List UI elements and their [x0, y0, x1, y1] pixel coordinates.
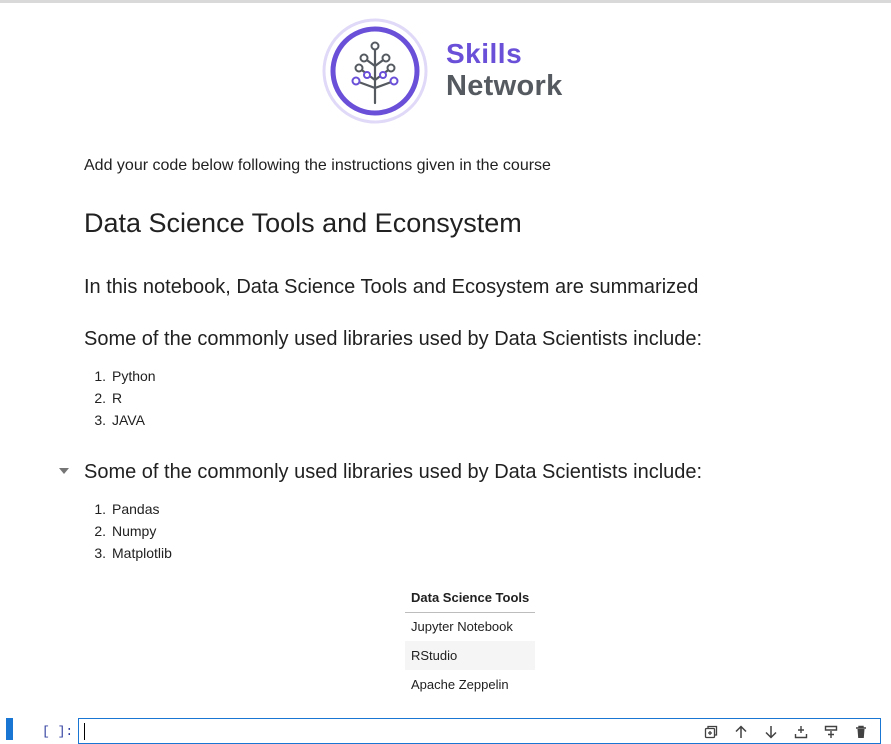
list-item-label: R: [112, 390, 123, 406]
input-prompt: [ ]:: [42, 724, 74, 739]
notebook-subtitle: In this notebook, Data Science Tools and…: [84, 276, 699, 298]
insert-above-button[interactable]: [820, 722, 842, 742]
section-heading-libraries: Some of the commonly used libraries used…: [84, 461, 703, 483]
skills-network-logo-mark: [322, 18, 428, 124]
notebook-title: Data Science Tools and Econsystem: [84, 208, 522, 238]
table-row: Jupyter Notebook: [405, 612, 535, 641]
table-header: Data Science Tools: [405, 586, 536, 613]
list-item-number: 2.: [94, 523, 106, 539]
table-header-row: Data Science Tools: [405, 586, 536, 613]
list-item-number: 2.: [94, 390, 106, 406]
list-item: 1. Python: [84, 365, 156, 387]
text-caret: [84, 723, 85, 740]
list-item-label: Pandas: [112, 501, 160, 517]
list-item-number: 3.: [94, 412, 106, 428]
insert-below-icon: [794, 726, 808, 739]
duplicate-cell-button[interactable]: [700, 722, 722, 742]
data-science-tools-table: Data Science Tools Jupyter Notebook RStu…: [405, 586, 536, 699]
section-heading-languages: Some of the commonly used libraries used…: [84, 328, 703, 350]
cell-toolbar: [700, 722, 872, 742]
list-item-label: Numpy: [112, 523, 157, 539]
logo-text-network: Network: [446, 70, 563, 102]
list-item-number: 1.: [94, 368, 106, 384]
duplicate-icon: [704, 725, 718, 739]
list-item-number: 3.: [94, 545, 106, 561]
languages-list: 1. Python 2. R 3. JAVA: [84, 365, 156, 431]
skills-network-logo: Skills Network: [322, 18, 582, 126]
list-item-label: JAVA: [112, 412, 145, 428]
table-cell: Jupyter Notebook: [411, 619, 513, 635]
delete-icon: [856, 725, 866, 738]
delete-cell-button[interactable]: [850, 722, 872, 742]
top-border: [0, 0, 891, 3]
list-item-number: 1.: [94, 501, 106, 517]
list-item: 3. Matplotlib: [84, 542, 172, 564]
move-down-icon: [765, 726, 777, 739]
table-row: RStudio: [405, 641, 536, 670]
active-cell-marker[interactable]: [6, 718, 13, 740]
list-item: 2. R: [84, 387, 156, 409]
collapse-section-icon[interactable]: [58, 466, 70, 476]
insert-above-icon: [824, 725, 838, 738]
insert-below-button[interactable]: [790, 722, 812, 742]
list-item: 3. JAVA: [84, 409, 156, 431]
libraries-list: 1. Pandas 2. Numpy 3. Matplotlib: [84, 498, 172, 564]
list-item-label: Python: [112, 368, 156, 384]
list-item: 2. Numpy: [84, 520, 172, 542]
logo-text-skills: Skills: [446, 38, 523, 69]
move-down-button[interactable]: [760, 722, 782, 742]
list-item-label: Matplotlib: [112, 545, 172, 561]
move-up-button[interactable]: [730, 722, 752, 742]
list-item: 1. Pandas: [84, 498, 172, 520]
table-cell: Apache Zeppelin: [411, 677, 509, 692]
intro-text: Add your code below following the instru…: [84, 157, 551, 174]
table-row: Apache Zeppelin: [405, 670, 535, 699]
table-cell: RStudio: [405, 641, 536, 670]
move-up-icon: [735, 725, 747, 738]
